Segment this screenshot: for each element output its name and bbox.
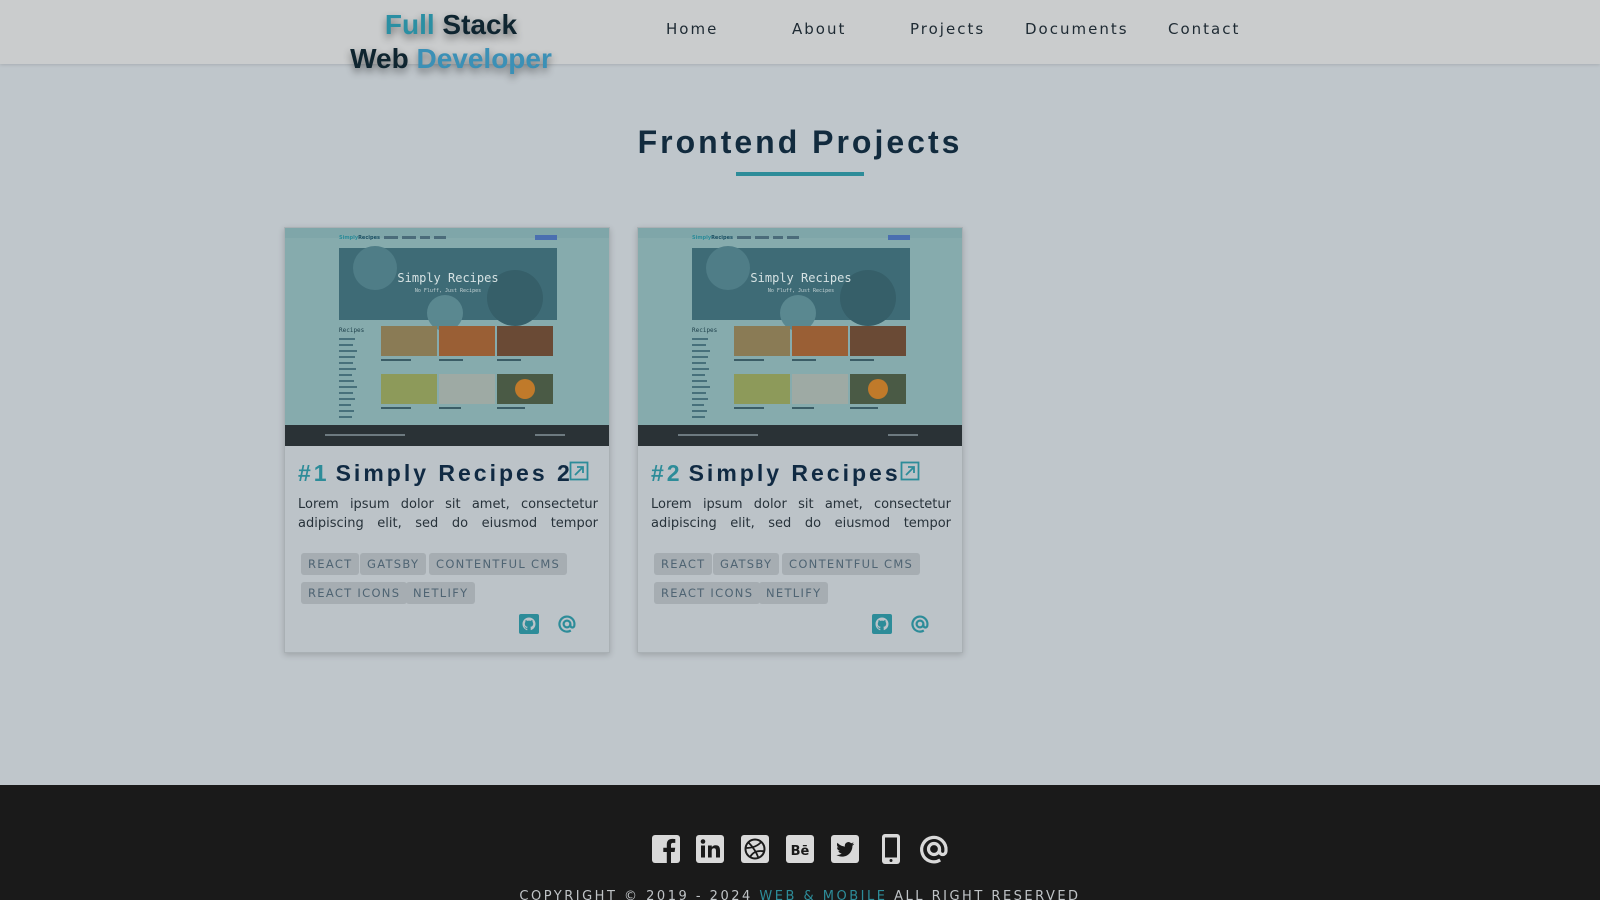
behance-icon[interactable]: Bē (785, 833, 815, 865)
project-thumbnail[interactable]: SimplyRecipes Simply Recipes No Fluff, J… (638, 228, 962, 446)
nav-projects[interactable]: Projects (910, 20, 985, 38)
project-card-2: SimplyRecipes Simply Recipes No Fluff, J… (637, 227, 963, 653)
nav-links: Home About Projects Documents Contact (0, 20, 1600, 44)
thumb-brand: SimplyRecipes (692, 235, 733, 241)
tag-react: REACT (301, 553, 360, 575)
project-name: Simply Recipes (688, 460, 901, 486)
svg-text:Bē: Bē (791, 844, 810, 859)
thumb-sidebar-heading: Recipes (339, 327, 365, 334)
at-sign-icon[interactable] (910, 614, 930, 634)
nav-home[interactable]: Home (666, 20, 718, 38)
project-number: #2 (651, 460, 683, 486)
thumb-brand: SimplyRecipes (339, 235, 380, 241)
thumbnail-screenshot: SimplyRecipes Simply Recipes No Fluff, J… (638, 228, 962, 446)
project-description: Lorem ipsum dolor sit amet, consectetur … (298, 497, 598, 531)
twitter-icon[interactable] (830, 833, 860, 865)
tag-gatsby: GATSBY (360, 553, 427, 575)
github-icon[interactable] (872, 614, 892, 634)
project-number: #1 (298, 460, 330, 486)
tag-netlify: NETLIFY (406, 582, 476, 604)
phone-icon[interactable] (876, 833, 906, 865)
tag-react: REACT (654, 553, 713, 575)
external-link-icon[interactable] (900, 461, 920, 481)
dribbble-icon[interactable] (740, 833, 770, 865)
footer: Bē COPYRIGHT © 2019 - 2024 WEB & MOBILE (0, 785, 1600, 900)
project-title: #2 Simply Recipes (651, 460, 901, 487)
project-name: Simply Recipes 2 (335, 460, 573, 486)
navbar: Full Stack Web Developer Home About Proj… (0, 0, 1600, 74)
thumb-hero-subtitle: No Fluff, Just Recipes (415, 288, 481, 294)
logo-word-web: Web (350, 43, 409, 74)
nav-about[interactable]: About (792, 20, 846, 38)
tag-gatsby: GATSBY (713, 553, 780, 575)
github-icon[interactable] (519, 614, 539, 634)
project-title: #1 Simply Recipes 2 (298, 460, 573, 487)
tag-react-icons: REACT ICONS (301, 582, 408, 604)
external-link-icon[interactable] (569, 461, 589, 481)
at-sign-icon[interactable] (557, 614, 577, 634)
thumbnail-screenshot: SimplyRecipes Simply Recipes No Fluff, J… (285, 228, 609, 446)
project-card-1: SimplyRecipes Simply Recipes No Fluff, J… (284, 227, 610, 653)
copyright-text: COPYRIGHT © 2019 - 2024 WEB & MOBILE ALL… (0, 889, 1600, 900)
nav-documents[interactable]: Documents (1025, 20, 1129, 38)
thumb-sidebar-heading: Recipes (692, 327, 718, 334)
tag-contentful-cms: CONTENTFUL CMS (782, 553, 921, 575)
title-underline (736, 172, 864, 176)
tag-netlify: NETLIFY (759, 582, 829, 604)
tag-react-icons: REACT ICONS (654, 582, 761, 604)
copyright-brand-link[interactable]: WEB & MOBILE (759, 889, 887, 900)
section-title: Frontend Projects (637, 124, 963, 160)
at-sign-icon[interactable] (917, 833, 948, 865)
facebook-icon[interactable] (651, 833, 681, 865)
logo-line-2: Web Developer (345, 42, 557, 76)
tag-contentful-cms: CONTENTFUL CMS (429, 553, 568, 575)
thumb-hero-title: Simply Recipes (397, 271, 498, 285)
project-description: Lorem ipsum dolor sit amet, consectetur … (651, 497, 951, 531)
social-links: Bē (0, 833, 1600, 867)
nav-contact[interactable]: Contact (1168, 20, 1240, 38)
copyright-suffix: ALL RIGHT RESERVED (894, 889, 1081, 900)
project-thumbnail[interactable]: SimplyRecipes Simply Recipes No Fluff, J… (285, 228, 609, 446)
copyright-prefix: COPYRIGHT © 2019 - 2024 (519, 889, 753, 900)
thumb-hero-subtitle: No Fluff, Just Recipes (768, 288, 834, 294)
logo-word-developer: Developer (416, 43, 552, 74)
thumb-hero-title: Simply Recipes (750, 271, 851, 285)
linkedin-icon[interactable] (695, 833, 725, 865)
